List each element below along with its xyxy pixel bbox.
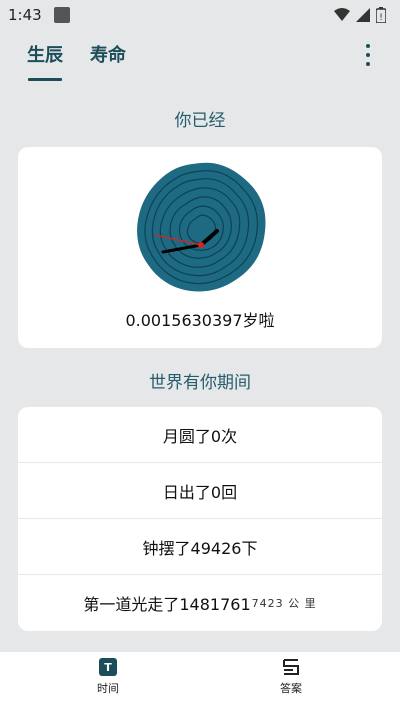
stat-moon-text: 月圆了0次 <box>162 426 238 446</box>
age-card: 0.0015630397岁啦 <box>18 147 382 348</box>
top-tab-bar: 生辰 寿命 <box>0 38 400 82</box>
bottom-navigation: T 时间 答案 <box>0 652 400 711</box>
stat-light-tail: 7423 公 里 <box>251 597 317 610</box>
nav-time-label: 时间 <box>97 682 119 695</box>
status-bar: 1:43 ! <box>0 0 400 30</box>
stat-sunrise-text: 日出了0回 <box>162 482 238 502</box>
stat-pendulum-text: 钟摆了49426下 <box>142 538 258 558</box>
nav-answer[interactable]: 答案 <box>261 658 321 696</box>
age-value: 0.0015630397岁啦 <box>125 311 275 330</box>
clock-face-icon <box>137 162 266 292</box>
active-tab-indicator <box>28 78 62 81</box>
stat-row-pendulum: 钟摆了49426下 <box>18 519 382 575</box>
tab-birth[interactable]: 生辰 <box>27 41 63 67</box>
notification-icon <box>53 7 70 23</box>
stat-row-moon: 月圆了0次 <box>18 407 382 463</box>
answer-tab-icon <box>283 659 299 675</box>
section-title-world: 世界有你期间 <box>149 373 251 393</box>
svg-text:!: ! <box>379 13 383 23</box>
more-options-icon[interactable] <box>362 44 374 66</box>
nav-time[interactable]: T 时间 <box>78 658 138 696</box>
tab-lifespan[interactable]: 寿命 <box>90 41 126 67</box>
battery-icon: ! <box>376 7 386 23</box>
status-time: 1:43 <box>8 6 42 24</box>
wifi-icon <box>334 8 350 21</box>
stats-card: 月圆了0次 日出了0回 钟摆了49426下 第一道光走了1481761 7423 … <box>18 407 382 631</box>
tree-ring-clock <box>133 159 269 295</box>
stat-row-sunrise: 日出了0回 <box>18 463 382 519</box>
time-tab-icon: T <box>99 658 117 676</box>
section-title-lived: 你已经 <box>174 111 226 131</box>
stat-light-text: 第一道光走了1481761 <box>83 595 251 614</box>
signal-icon <box>356 8 370 22</box>
stat-row-light: 第一道光走了1481761 7423 公 里 <box>18 575 382 631</box>
nav-answer-label: 答案 <box>280 682 302 695</box>
